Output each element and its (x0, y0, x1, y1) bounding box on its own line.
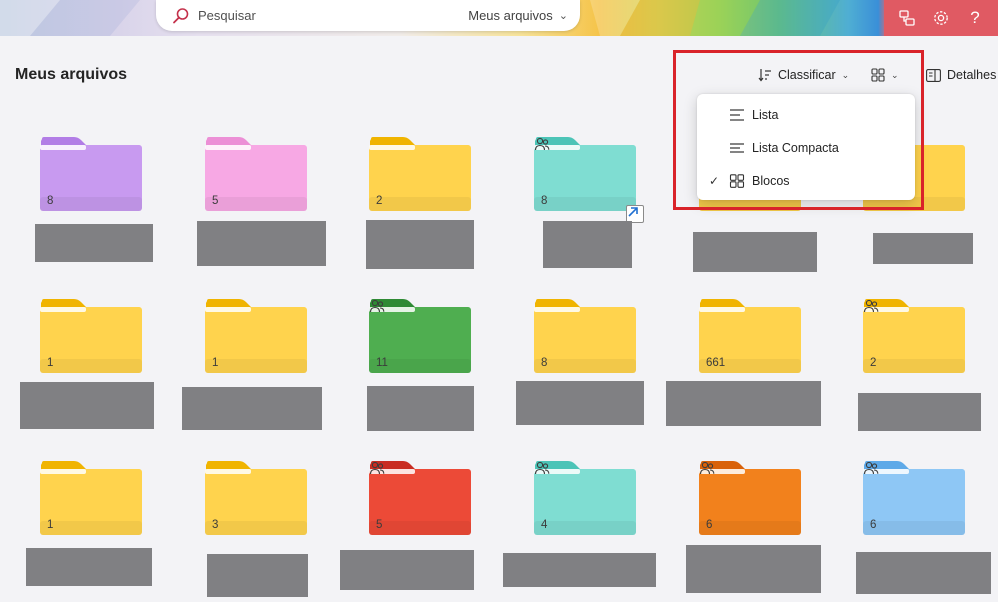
shared-people-icon (369, 299, 385, 313)
folder-item-count: 8 (47, 195, 54, 207)
help-icon[interactable]: ? (960, 3, 990, 33)
folder-item-count: 1 (47, 519, 54, 531)
redacted-name (367, 386, 474, 431)
redacted-name (35, 224, 153, 262)
folder-icon (40, 299, 142, 373)
folder-tile[interactable]: 1 (40, 299, 142, 373)
folder-tile[interactable]: 2 (369, 137, 471, 211)
folder-tile[interactable]: 5 (205, 137, 307, 211)
annotation-highlight (673, 50, 924, 210)
folder-icon (205, 299, 307, 373)
folder-tile[interactable]: 11 (369, 299, 471, 373)
details-button[interactable]: Detalhes (926, 64, 996, 86)
folder-tile[interactable]: 2 (863, 299, 965, 373)
folder-icon (534, 299, 636, 373)
folder-icon (40, 137, 142, 211)
redacted-name (340, 550, 474, 590)
shared-people-icon (534, 137, 550, 151)
folder-tile[interactable]: 1 (205, 299, 307, 373)
redacted-name (873, 233, 973, 264)
details-pane-icon (926, 68, 941, 82)
redacted-name (207, 554, 308, 597)
chevron-down-icon[interactable]: ⌄ (559, 9, 568, 22)
search-scope-label[interactable]: Meus arquivos (468, 8, 553, 23)
folder-tile[interactable]: 4 (534, 461, 636, 535)
page-title: Meus arquivos (15, 66, 128, 83)
search-icon (173, 7, 189, 23)
folder-icon (40, 461, 142, 535)
redacted-name (858, 393, 981, 431)
folder-item-count: 661 (706, 357, 726, 369)
folder-tile[interactable]: 3 (205, 461, 307, 535)
folder-item-count: 3 (212, 519, 219, 531)
search-box[interactable]: Pesquisar Meus arquivos ⌄ (156, 0, 580, 31)
redacted-name (686, 545, 821, 593)
shared-people-icon (863, 299, 879, 313)
redacted-name (516, 381, 644, 425)
folder-tile[interactable]: 8 (534, 137, 644, 223)
folder-tile[interactable]: 661 (699, 299, 801, 373)
folder-tile[interactable]: 8 (40, 137, 142, 211)
folder-item-count: 5 (376, 519, 383, 531)
shared-people-icon (369, 461, 385, 475)
redacted-name (26, 548, 152, 586)
search-placeholder[interactable]: Pesquisar (198, 8, 468, 23)
folder-item-count: 1 (212, 357, 219, 369)
folder-tile[interactable]: 1 (40, 461, 142, 535)
folder-item-count: 6 (870, 519, 877, 531)
folder-tile[interactable]: 6 (699, 461, 801, 535)
redacted-name (197, 221, 326, 266)
redacted-name (543, 221, 632, 268)
folder-tile[interactable]: 5 (369, 461, 471, 535)
folder-item-count: 6 (706, 519, 713, 531)
gear-icon[interactable] (926, 3, 956, 33)
folder-item-count: 2 (376, 195, 383, 207)
folder-icon (205, 137, 307, 211)
folder-tile[interactable]: 6 (863, 461, 965, 535)
folder-item-count: 8 (541, 357, 548, 369)
folder-item-count: 8 (541, 195, 548, 207)
folder-icon (369, 137, 471, 211)
folder-item-count: 4 (541, 519, 548, 531)
redacted-name (666, 381, 821, 426)
folder-icon (205, 461, 307, 535)
redacted-name (693, 232, 817, 272)
shared-people-icon (699, 461, 715, 475)
share-feedback-icon[interactable] (892, 3, 922, 33)
redacted-name (503, 553, 656, 587)
redacted-name (20, 382, 154, 429)
details-label: Detalhes (947, 68, 997, 82)
redacted-name (366, 220, 474, 269)
header-banner: Pesquisar Meus arquivos ⌄ ? (0, 0, 998, 36)
redacted-name (182, 387, 322, 430)
folder-item-count: 2 (870, 357, 877, 369)
shared-people-icon (534, 461, 550, 475)
folder-item-count: 11 (376, 357, 388, 369)
folder-item-count: 1 (47, 357, 54, 369)
folder-tile[interactable]: 8 (534, 299, 636, 373)
shared-people-icon (863, 461, 879, 475)
header-actions: ? (884, 0, 998, 36)
folder-item-count: 5 (212, 195, 219, 207)
redacted-name (856, 552, 991, 594)
